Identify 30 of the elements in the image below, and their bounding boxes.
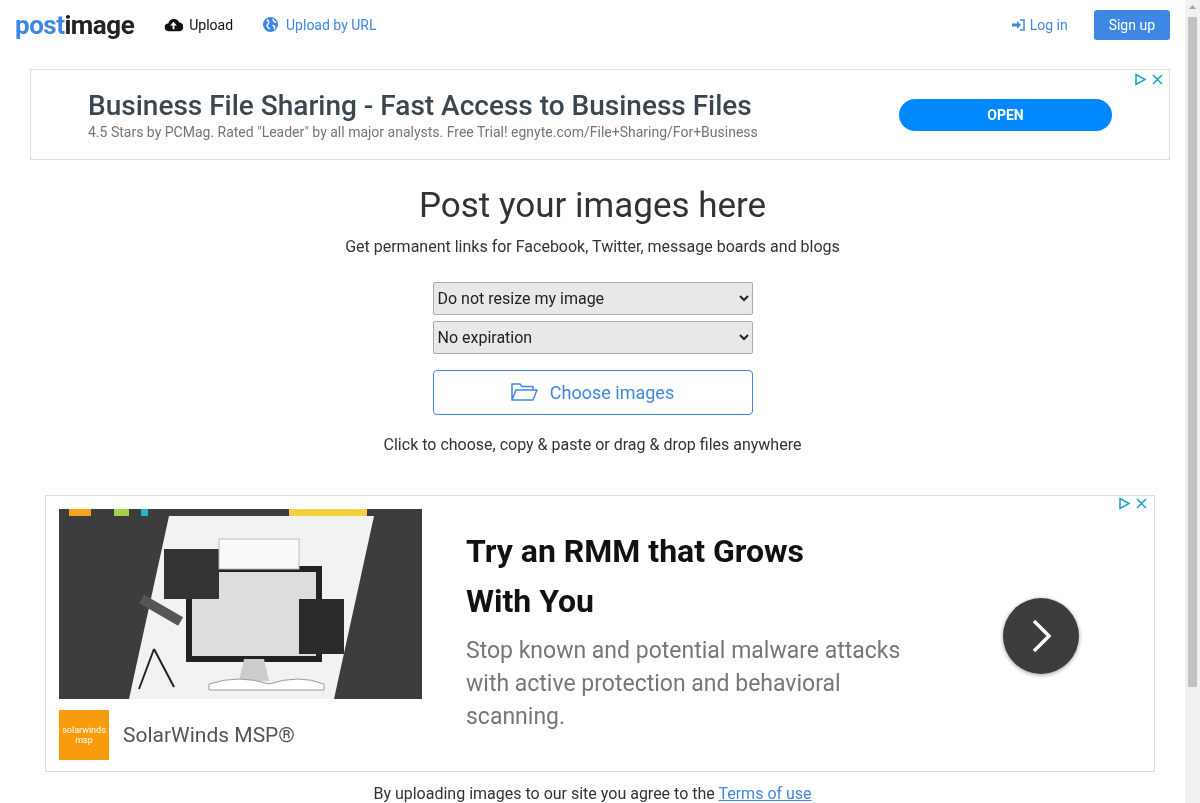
open-button[interactable]: OPEN — [899, 98, 1112, 131]
page-heading: Post your images here — [418, 185, 767, 227]
dropdown-select[interactable]: Do not resize my image — [432, 282, 753, 315]
nav-link[interactable]: Upload by URL — [261, 16, 377, 34]
brand-logo: solarwinds msp — [59, 710, 109, 761]
choose-images-button[interactable]: Choose images — [432, 369, 753, 416]
nav-link[interactable]: Upload — [164, 16, 234, 34]
brand-name: SolarWinds MSP® — [123, 723, 295, 748]
ad-description: Stop known and potential malware attacks with active protection and behavioral scanning. — [466, 636, 902, 733]
login-link[interactable]: Log in — [1011, 16, 1068, 33]
close-icon — [1151, 73, 1164, 87]
dropdown-select[interactable]: No expiration — [432, 321, 753, 354]
adchoices-icon — [1134, 73, 1147, 87]
site-logo[interactable]: postimage — [15, 9, 135, 40]
globe-icon — [261, 16, 281, 34]
terms-link[interactable]: Terms of use — [718, 784, 812, 803]
ad-headline[interactable]: Business File Sharing - Fast Access to Business Files — [88, 89, 899, 123]
ad-description: 4.5 Stars by PCMag. Rated "Leader" by all major analysts. Free Trial! egnyte.com/File+Sharing/For+Business — [88, 124, 759, 141]
terms-text: By uploading images to our site you agree to the — [373, 784, 716, 803]
adchoices-icon — [1118, 497, 1131, 511]
signup-button[interactable]: Sign up — [1093, 9, 1170, 40]
subtitle-text: Get permanent links for Facebook, Twitter, message boards and blogs — [345, 237, 840, 257]
login-icon — [1011, 18, 1025, 31]
ad-headline[interactable]: Try an RMM that Grows With You — [466, 526, 866, 627]
folder-icon — [510, 382, 538, 403]
cloud-upload-icon — [164, 16, 184, 34]
scrollbar[interactable] — [1185, 0, 1200, 803]
hint-text: Click to choose, copy & paste or drag & drop files anywhere — [383, 435, 802, 455]
close-icon — [1135, 497, 1148, 511]
next-button[interactable] — [1003, 598, 1079, 675]
